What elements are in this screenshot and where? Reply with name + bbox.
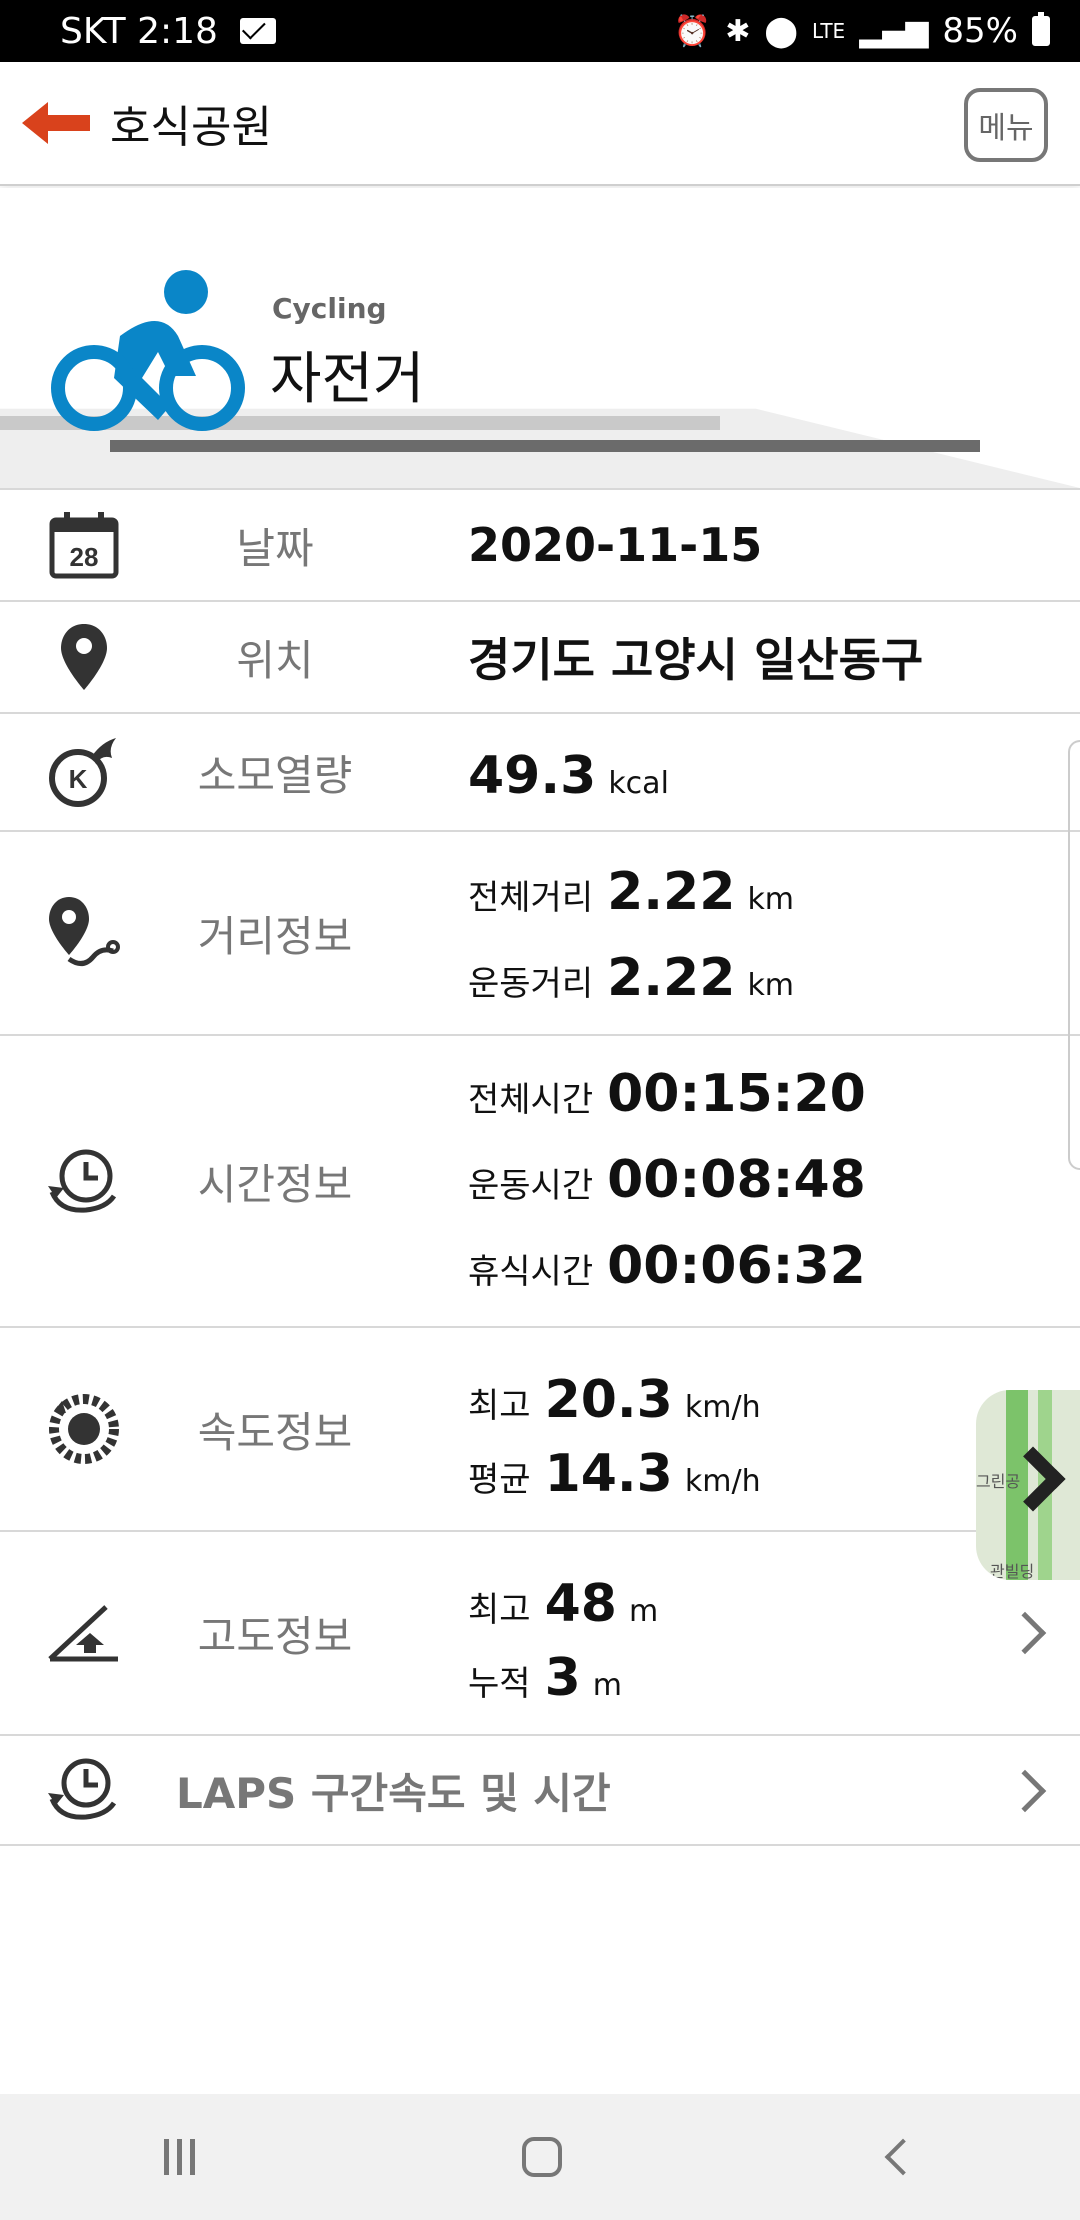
location-icon: ⬤ bbox=[764, 13, 798, 49]
activity-header: Cycling 자전거 bbox=[0, 188, 1080, 488]
activity-name: 자전거 bbox=[270, 347, 425, 412]
signal-icon: ▂▄▆ bbox=[859, 13, 929, 49]
calendar-icon: 28 bbox=[44, 510, 124, 580]
row-date: 28 날짜 2020-11-15 bbox=[0, 488, 1080, 600]
recent-apps-button[interactable] bbox=[163, 2139, 195, 2175]
row-altitude[interactable]: 고도정보 최고 48 m 누적 3 m bbox=[0, 1530, 1080, 1734]
row-calories: K 소모열량 49.3 kcal bbox=[0, 712, 1080, 830]
menu-button[interactable]: 메뉴 bbox=[964, 88, 1048, 162]
speed-max-group: 최고 20.3 km/h bbox=[468, 1370, 761, 1430]
time-rest-group: 휴식시간 00:06:32 bbox=[468, 1236, 866, 1296]
system-nav-bar bbox=[0, 2094, 1080, 2220]
calories-value-group: 49.3 kcal bbox=[468, 746, 669, 806]
time-total-value: 00:15:20 bbox=[607, 1064, 866, 1124]
speed-avg-unit: km/h bbox=[684, 1464, 761, 1499]
time-moving-group: 운동시간 00:08:48 bbox=[468, 1150, 866, 1210]
app-bar: 호식공원 메뉴 bbox=[0, 62, 1080, 186]
back-arrow-icon bbox=[22, 102, 90, 144]
battery-percent: 85% bbox=[942, 11, 1018, 51]
map-preview-button[interactable]: 그린공 관빌딩 bbox=[976, 1390, 1080, 1580]
altitude-max-value: 48 bbox=[544, 1574, 617, 1634]
route-pin-icon bbox=[44, 895, 124, 971]
row-location: 위치 경기도 고양시 일산동구 bbox=[0, 600, 1080, 712]
altitude-acc-group: 누적 3 m bbox=[468, 1648, 622, 1708]
nav-back-button[interactable] bbox=[884, 2138, 922, 2176]
network-type: LTE bbox=[811, 19, 846, 43]
altitude-acc-key: 누적 bbox=[468, 1664, 531, 1704]
stopwatch-icon bbox=[44, 1146, 124, 1216]
laps-label: LAPS 구간속도 및 시간 bbox=[176, 1768, 611, 1818]
altitude-acc-unit: m bbox=[592, 1668, 622, 1703]
distance-total-group: 전체거리 2.22 km bbox=[468, 862, 794, 922]
location-label: 위치 bbox=[236, 635, 314, 685]
battery-icon bbox=[1032, 12, 1050, 46]
altitude-max-group: 최고 48 m bbox=[468, 1574, 658, 1634]
calorie-fire-icon: K bbox=[44, 734, 124, 810]
svg-text:28: 28 bbox=[70, 542, 99, 572]
speed-label: 속도정보 bbox=[197, 1407, 353, 1457]
distance-total-unit: km bbox=[747, 882, 795, 917]
time-total-group: 전체시간 00:15:20 bbox=[468, 1064, 866, 1124]
time-rest-key: 휴식시간 bbox=[468, 1252, 594, 1292]
row-speed: 속도정보 최고 20.3 km/h 평균 14.3 km/h bbox=[0, 1326, 1080, 1530]
activity-sub: Cycling bbox=[272, 292, 387, 325]
svg-text:K: K bbox=[69, 764, 88, 794]
page-title: 호식공원 bbox=[110, 102, 272, 153]
chevron-right-icon bbox=[1003, 1769, 1047, 1813]
speed-avg-key: 평균 bbox=[468, 1460, 531, 1500]
speedometer-icon bbox=[44, 1391, 124, 1467]
altitude-acc-value: 3 bbox=[544, 1648, 581, 1708]
detail-list: 28 날짜 2020-11-15 위치 경기도 고양시 일산동구 K 소모열량 … bbox=[0, 488, 1080, 1846]
calories-label: 소모열량 bbox=[197, 750, 353, 800]
time-label: 시간정보 bbox=[197, 1159, 353, 1209]
home-button[interactable] bbox=[522, 2137, 563, 2177]
laps-stopwatch-icon bbox=[44, 1755, 124, 1825]
carrier-time: SKT 2:18 bbox=[60, 10, 218, 52]
cycling-icon bbox=[51, 270, 245, 431]
edge-panel-handle[interactable] bbox=[1068, 740, 1080, 1170]
distance-total-key: 전체거리 bbox=[468, 878, 594, 918]
time-total-key: 전체시간 bbox=[468, 1080, 594, 1120]
time-moving-value: 00:08:48 bbox=[607, 1150, 866, 1210]
date-label: 날짜 bbox=[236, 523, 314, 573]
date-value: 2020-11-15 bbox=[468, 518, 763, 572]
menu-label: 메뉴 bbox=[978, 111, 1034, 146]
distance-moving-key: 운동거리 bbox=[468, 964, 594, 1004]
speed-max-unit: km/h bbox=[684, 1390, 761, 1425]
location-value: 경기도 고양시 일산동구 bbox=[468, 633, 924, 687]
mail-icon bbox=[239, 18, 276, 44]
time-moving-key: 운동시간 bbox=[468, 1166, 594, 1206]
altitude-label: 고도정보 bbox=[197, 1611, 353, 1661]
time-rest-value: 00:06:32 bbox=[607, 1236, 866, 1296]
calories-value: 49.3 bbox=[468, 746, 597, 806]
row-laps[interactable]: LAPS 구간속도 및 시간 bbox=[0, 1734, 1080, 1846]
speed-avg-group: 평균 14.3 km/h bbox=[468, 1444, 761, 1504]
distance-moving-value: 2.22 bbox=[607, 948, 736, 1008]
map-label-bottom: 관빌딩 bbox=[990, 1562, 1035, 1580]
status-bar: SKT 2:18 ⏰ ✱ ⬤ LTE ▂▄▆ 85% bbox=[0, 0, 1080, 62]
altitude-icon bbox=[44, 1603, 124, 1663]
distance-moving-unit: km bbox=[747, 968, 795, 1003]
distance-label: 거리정보 bbox=[197, 911, 353, 961]
row-time: 시간정보 전체시간 00:15:20 운동시간 00:08:48 휴식시간 00… bbox=[0, 1034, 1080, 1326]
back-button[interactable] bbox=[0, 61, 110, 185]
distance-total-value: 2.22 bbox=[607, 862, 736, 922]
row-distance: 거리정보 전체거리 2.22 km 운동거리 2.22 km bbox=[0, 830, 1080, 1034]
altitude-max-key: 최고 bbox=[468, 1590, 531, 1630]
speed-avg-value: 14.3 bbox=[544, 1444, 673, 1504]
altitude-max-unit: m bbox=[628, 1594, 659, 1629]
bluetooth-icon: ✱ bbox=[725, 13, 751, 49]
chevron-right-icon bbox=[1003, 1611, 1047, 1655]
distance-moving-group: 운동거리 2.22 km bbox=[468, 948, 794, 1008]
speed-max-key: 최고 bbox=[468, 1386, 531, 1426]
location-pin-icon bbox=[44, 622, 124, 692]
alarm-icon: ⏰ bbox=[673, 13, 712, 49]
calories-unit: kcal bbox=[608, 766, 669, 801]
speed-max-value: 20.3 bbox=[544, 1370, 673, 1430]
